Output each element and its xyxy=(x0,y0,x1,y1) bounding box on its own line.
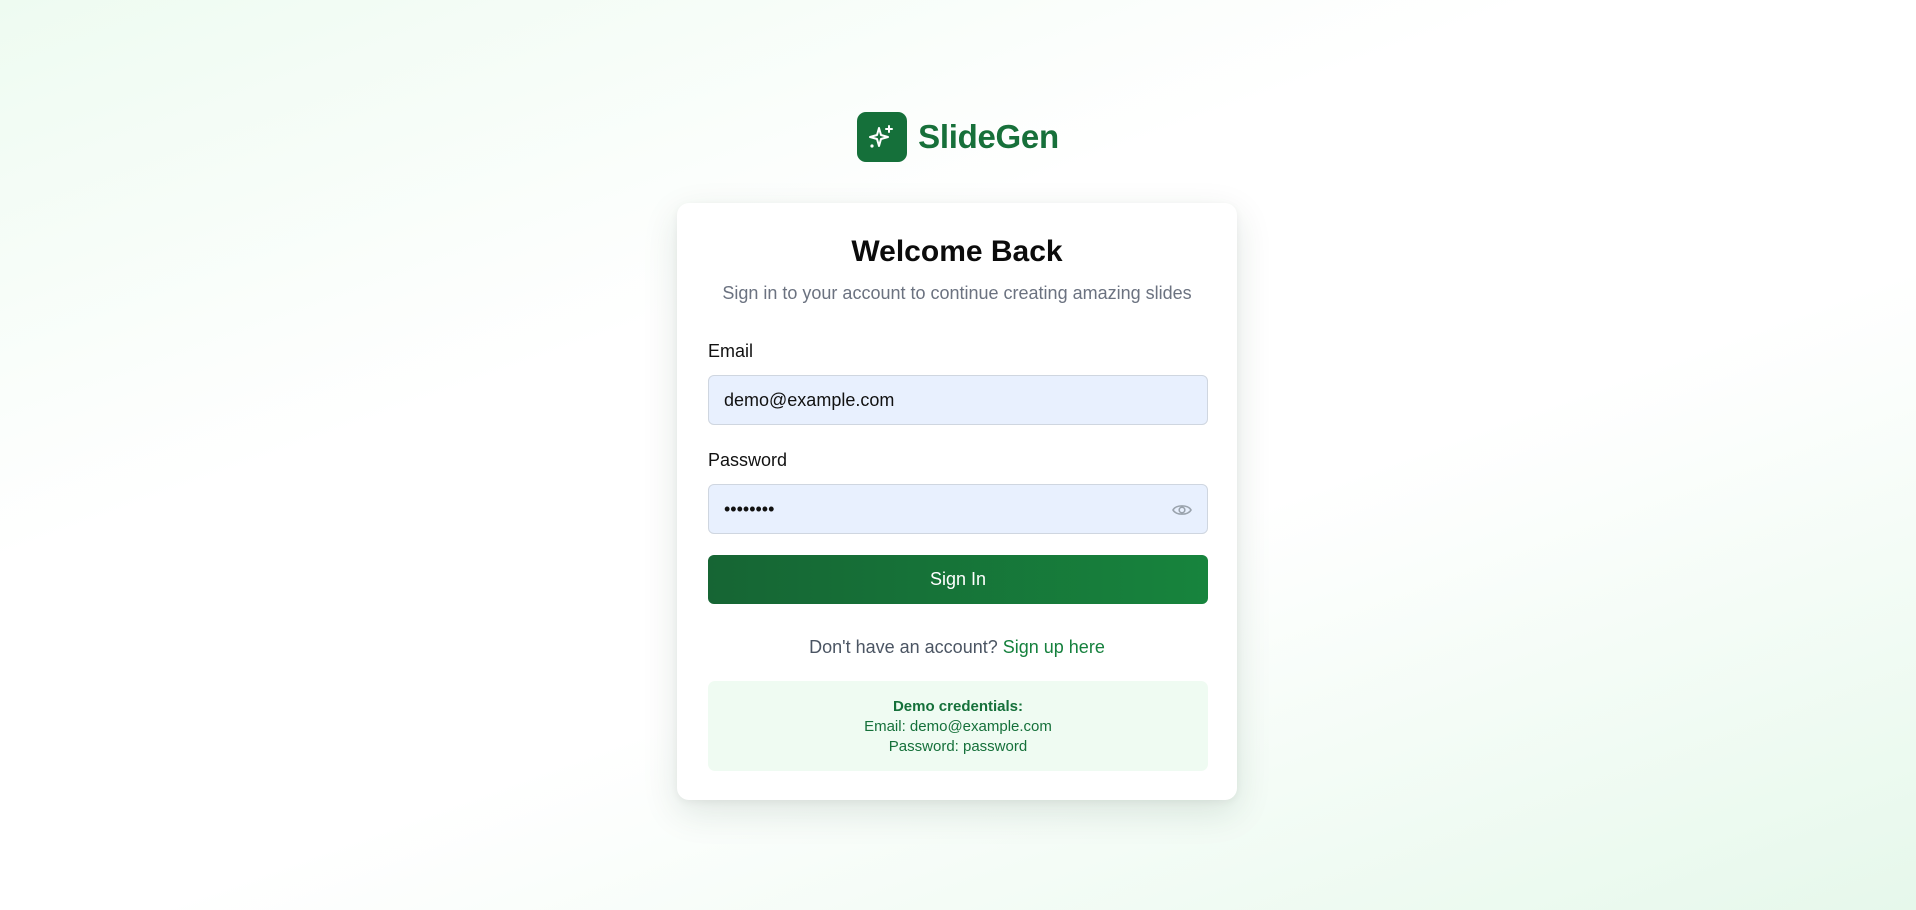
email-field[interactable] xyxy=(709,376,1207,424)
email-label: Email xyxy=(708,341,754,361)
password-field[interactable] xyxy=(709,485,1207,533)
demo-credentials-title: Demo credentials: xyxy=(892,698,1024,715)
demo-password-line: Password: password xyxy=(888,738,1028,755)
email-field-wrapper xyxy=(708,375,1208,425)
signup-prompt: Don't have an account? Sign up here xyxy=(708,635,1206,659)
page-title: Welcome Back xyxy=(851,235,1063,268)
password-label: Password xyxy=(708,450,788,470)
demo-email-line: Email: demo@example.com xyxy=(864,718,1052,735)
eye-icon[interactable] xyxy=(1171,499,1193,521)
demo-credentials-box: Demo credentials: Email: demo@example.co… xyxy=(708,681,1208,771)
password-field-wrapper xyxy=(708,484,1208,534)
sign-in-button[interactable]: Sign In xyxy=(708,555,1208,604)
signup-prompt-text: Don't have an account? xyxy=(809,637,998,657)
page-subtitle: Sign in to your account to continue crea… xyxy=(722,283,1192,303)
login-card: Welcome Back Sign in to your account to … xyxy=(677,203,1237,800)
sparkles-icon xyxy=(857,112,908,162)
signup-link[interactable]: Sign up here xyxy=(1003,637,1105,657)
brand-header: SlideGen xyxy=(0,112,1916,162)
brand-name: SlideGen xyxy=(918,118,1059,155)
